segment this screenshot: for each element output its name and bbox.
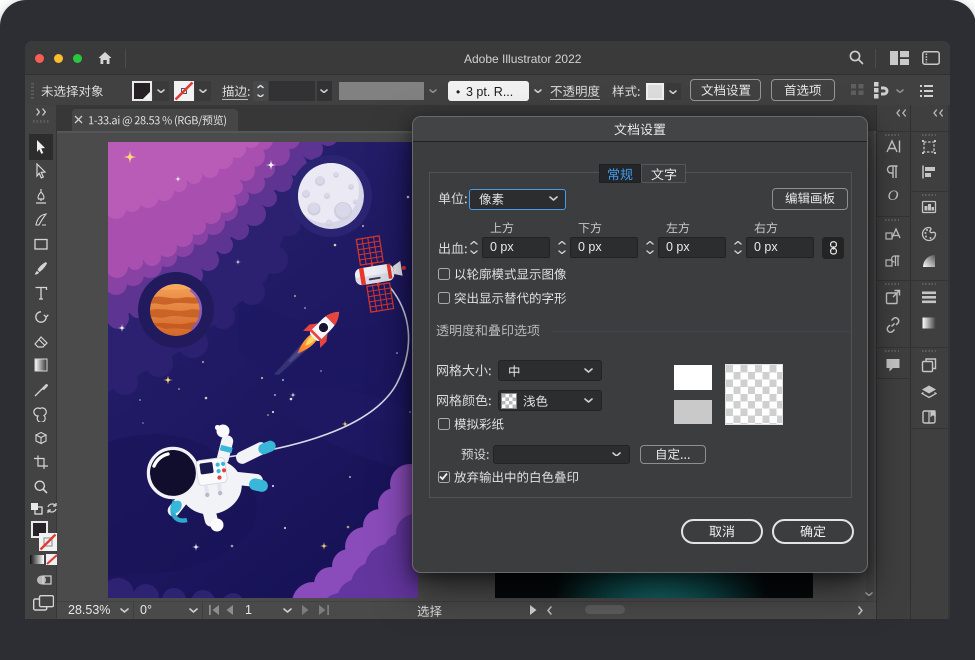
svg-text:O: O — [888, 188, 899, 203]
